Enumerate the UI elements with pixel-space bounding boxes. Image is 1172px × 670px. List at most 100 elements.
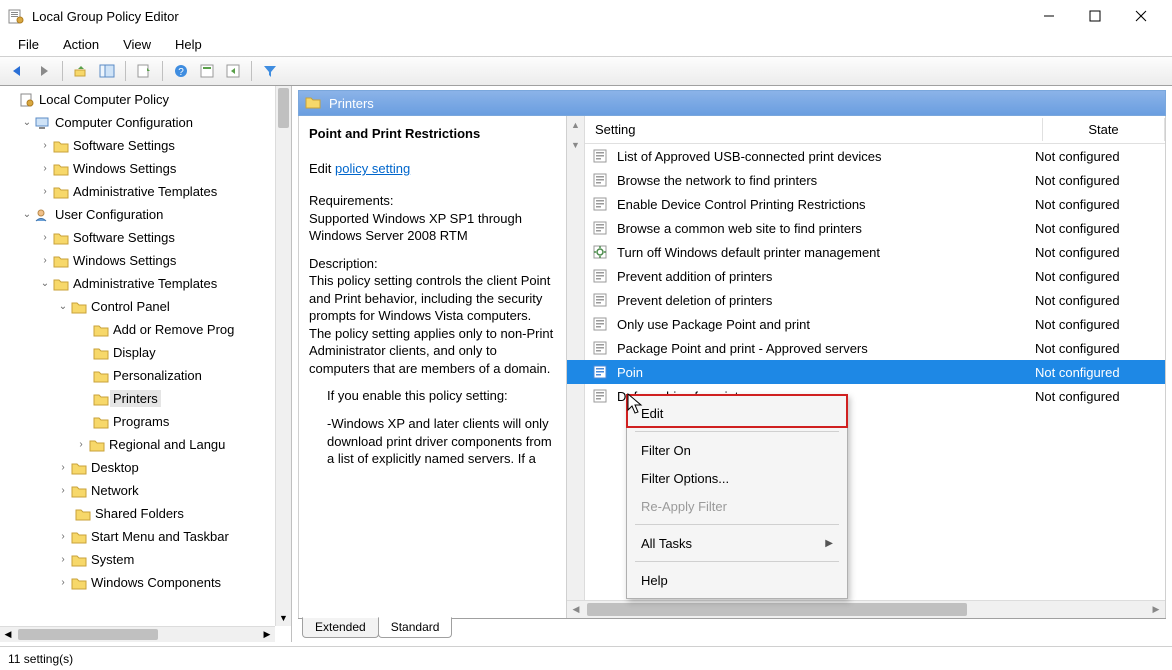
list-row[interactable]: Turn off Windows default printer managem… [567, 240, 1165, 264]
chevron-down-icon[interactable]: ⌄ [20, 117, 34, 128]
tree-admin-templates[interactable]: ⌄Administrative Templates [4, 272, 275, 295]
tree-item[interactable]: ›Software Settings [4, 226, 275, 249]
ctx-all-tasks[interactable]: All Tasks▶ [627, 529, 847, 557]
up-button[interactable] [69, 59, 93, 83]
chevron-right-icon[interactable]: › [56, 462, 70, 473]
folder-icon [70, 300, 88, 314]
folder-icon [52, 162, 70, 176]
scrollbar-thumb[interactable] [18, 629, 158, 640]
folder-icon [52, 277, 70, 291]
tab-standard[interactable]: Standard [378, 617, 453, 638]
chevron-right-icon[interactable]: › [56, 577, 70, 588]
tree-item[interactable]: Programs [4, 410, 275, 433]
tab-extended[interactable]: Extended [302, 617, 379, 638]
menu-file[interactable]: File [8, 35, 49, 54]
tree-item[interactable]: ›Administrative Templates [4, 180, 275, 203]
scrollbar-thumb[interactable] [587, 603, 967, 616]
scroll-down-icon[interactable]: ▼ [276, 610, 291, 626]
tree-item[interactable]: ›Windows Settings [4, 249, 275, 272]
tree-item[interactable]: ›Regional and Langu [4, 433, 275, 456]
description-text: This policy setting controls the client … [309, 273, 553, 376]
menu-view[interactable]: View [113, 35, 161, 54]
tree-control-panel[interactable]: ⌄Control Panel [4, 295, 275, 318]
setting-state: Not configured [1025, 269, 1165, 284]
list-row[interactable]: Enable Device Control Printing Restricti… [567, 192, 1165, 216]
menu-action[interactable]: Action [53, 35, 109, 54]
chevron-right-icon[interactable]: › [38, 232, 52, 243]
tree-root[interactable]: Local Computer Policy [4, 88, 275, 111]
tree-item-printers[interactable]: Printers [4, 387, 275, 410]
tree-item[interactable]: Display [4, 341, 275, 364]
chevron-right-icon[interactable]: › [38, 255, 52, 266]
help-button[interactable]: ? [169, 59, 193, 83]
refresh-button[interactable] [221, 59, 245, 83]
chevron-right-icon[interactable]: › [74, 439, 88, 450]
back-button[interactable] [6, 59, 30, 83]
scroll-up-icon[interactable]: ▲ [567, 116, 584, 134]
ctx-filter-options[interactable]: Filter Options... [627, 464, 847, 492]
chevron-right-icon[interactable]: › [38, 140, 52, 151]
tree-item[interactable]: ›Network [4, 479, 275, 502]
description-heading: Description: [309, 256, 378, 271]
list-row[interactable]: Browse the network to find printersNot c… [567, 168, 1165, 192]
maximize-button[interactable] [1072, 1, 1118, 31]
tree-item[interactable]: Add or Remove Prog [4, 318, 275, 341]
scroll-right-icon[interactable]: ▶ [259, 627, 275, 642]
tree-computer-config[interactable]: ⌄ Computer Configuration [4, 111, 275, 134]
tree-user-config[interactable]: ⌄ User Configuration [4, 203, 275, 226]
tree-item[interactable]: ›Desktop [4, 456, 275, 479]
policy-root-icon [18, 93, 36, 107]
edit-policy-link[interactable]: policy setting [335, 161, 410, 176]
tree-item[interactable]: Personalization [4, 364, 275, 387]
scroll-left-icon[interactable]: ◀ [0, 627, 16, 642]
tree-horizontal-scrollbar[interactable]: ◀ ▶ [0, 626, 275, 642]
list-row[interactable]: Prevent deletion of printersNot configur… [567, 288, 1165, 312]
list-row[interactable]: Only use Package Point and printNot conf… [567, 312, 1165, 336]
chevron-right-icon[interactable]: › [38, 163, 52, 174]
tree-scroll[interactable]: Local Computer Policy ⌄ Computer Configu… [0, 86, 275, 626]
column-state[interactable]: State [1043, 118, 1165, 141]
tree-vertical-scrollbar[interactable]: ▲ ▼ [275, 86, 291, 626]
scroll-left-icon[interactable]: ◀ [567, 600, 585, 618]
chevron-right-icon[interactable]: › [56, 485, 70, 496]
tree-item[interactable]: Shared Folders [4, 502, 275, 525]
tree-item[interactable]: ›System [4, 548, 275, 571]
ctx-edit[interactable]: Edit [627, 399, 847, 427]
tree-item[interactable]: ›Windows Settings [4, 157, 275, 180]
chevron-right-icon[interactable]: › [56, 554, 70, 565]
menu-help[interactable]: Help [165, 35, 212, 54]
chevron-down-icon[interactable]: ⌄ [20, 209, 34, 220]
list-row[interactable]: Prevent addition of printersNot configur… [567, 264, 1165, 288]
tree-item[interactable]: ›Windows Components [4, 571, 275, 594]
list-row[interactable]: List of Approved USB-connected print dev… [567, 144, 1165, 168]
setting-state: Not configured [1025, 389, 1165, 404]
minimize-button[interactable] [1026, 1, 1072, 31]
toolbar-separator [62, 61, 63, 81]
show-hide-tree-button[interactable] [95, 59, 119, 83]
ctx-help[interactable]: Help [627, 566, 847, 594]
folder-icon [70, 461, 88, 475]
list-row[interactable]: Package Point and print - Approved serve… [567, 336, 1165, 360]
chevron-right-icon[interactable]: › [38, 186, 52, 197]
chevron-down-icon[interactable]: ⌄ [38, 278, 52, 289]
tree-item[interactable]: ›Software Settings [4, 134, 275, 157]
forward-button[interactable] [32, 59, 56, 83]
tree-item[interactable]: ›Start Menu and Taskbar [4, 525, 275, 548]
policy-icon [567, 317, 611, 331]
ctx-filter-on[interactable]: Filter On [627, 436, 847, 464]
scroll-right-icon[interactable]: ▶ [1147, 600, 1165, 618]
properties-button[interactable] [132, 59, 156, 83]
folder-icon [88, 438, 106, 452]
list-row[interactable]: Browse a common web site to find printer… [567, 216, 1165, 240]
chevron-down-icon[interactable]: ⌄ [56, 301, 70, 312]
chevron-right-icon[interactable]: › [56, 531, 70, 542]
tree-pane: Local Computer Policy ⌄ Computer Configu… [0, 86, 292, 642]
folder-icon [70, 484, 88, 498]
column-setting[interactable]: Setting [585, 118, 1043, 141]
list-horizontal-scrollbar[interactable] [585, 600, 1147, 618]
close-button[interactable] [1118, 1, 1164, 31]
list-row[interactable]: PoinNot configured [567, 360, 1165, 384]
scrollbar-thumb[interactable] [278, 88, 289, 128]
options-button[interactable] [195, 59, 219, 83]
filter-button[interactable] [258, 59, 282, 83]
